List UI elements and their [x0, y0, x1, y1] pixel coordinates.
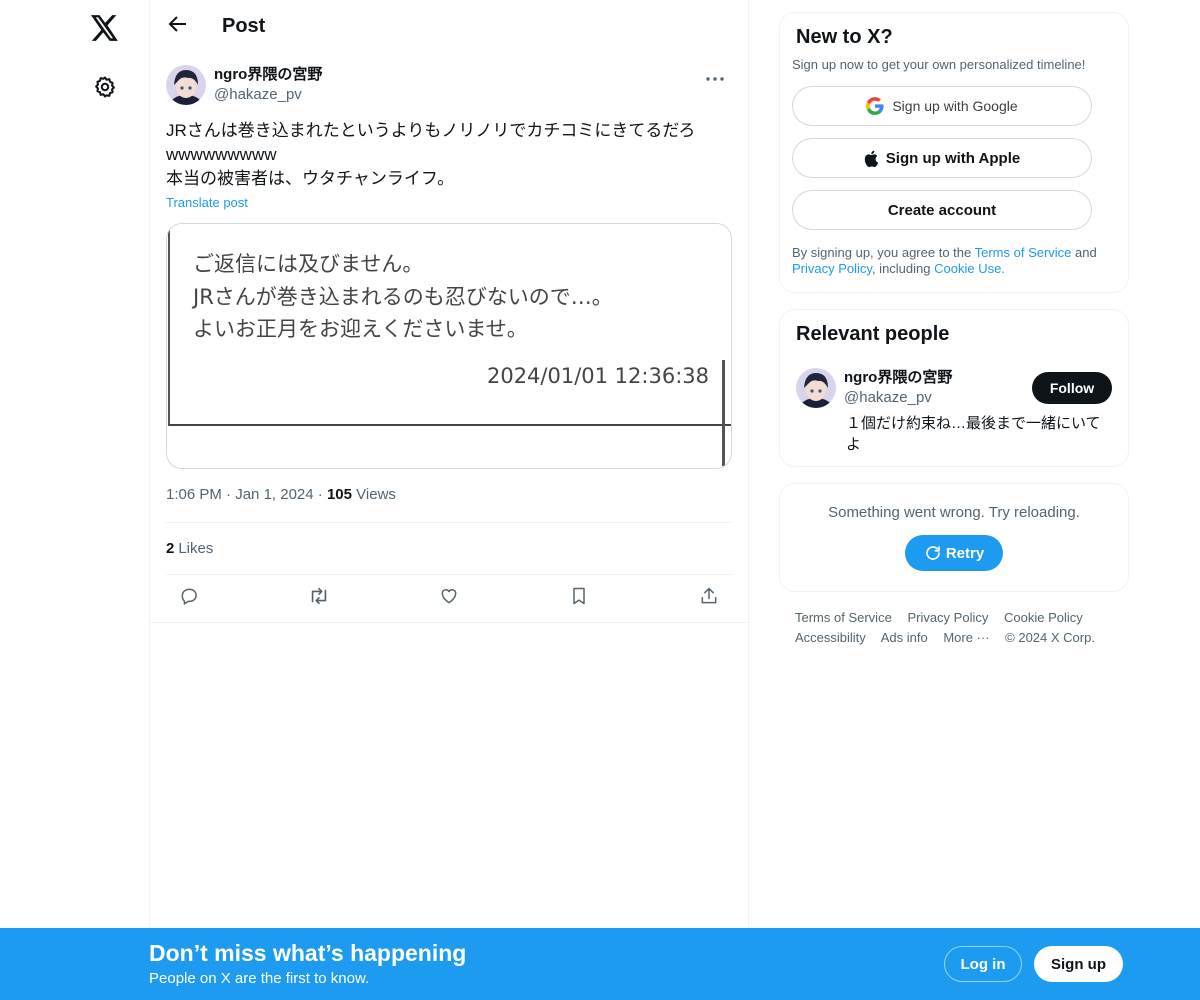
- gear-icon[interactable]: [83, 65, 127, 109]
- bottom-bar-subtitle: People on X are the first to know.: [149, 970, 370, 987]
- more-horizontal-icon: [706, 68, 724, 86]
- error-message: Something went wrong. Try reloading.: [828, 504, 1080, 521]
- views-label: Views: [356, 486, 396, 503]
- person-name[interactable]: ngro界隈の宮野: [844, 368, 952, 388]
- post-text: JRさんは巻き込まれたというよりもノリノリでカチコミにきてるだろ wwwwwww…: [166, 121, 696, 188]
- right-sidebar: New to X? Sign up now to get your own pe…: [779, 12, 1129, 648]
- footer-more-link[interactable]: More ···: [943, 630, 989, 645]
- image-text-line: よいお正月をお迎えくださいませ。: [193, 317, 528, 341]
- retry-button[interactable]: Retry: [905, 535, 1003, 571]
- error-card: Something went wrong. Try reloading. Ret…: [779, 483, 1129, 592]
- privacy-link[interactable]: Privacy Policy: [792, 261, 872, 276]
- author-handle[interactable]: @hakaze_pv: [214, 85, 322, 105]
- footer-copyright: © 2024 X Corp.: [1005, 630, 1095, 645]
- footer-ads-link[interactable]: Ads info: [881, 630, 928, 645]
- reply-button[interactable]: [170, 580, 208, 618]
- main-column: Post ngro界隈の宮野 @hakaze_pv JRさんは巻き込まれたという…: [149, 0, 749, 1000]
- image-timestamp: 2024/01/01 12:36:38: [486, 364, 709, 388]
- signup-subtitle: Sign up now to get your own personalized…: [792, 57, 1086, 72]
- image-content: ご返信には及びません。 JRさんが巻き込まれるのも忍びないので…。 よいお正月を…: [168, 224, 731, 426]
- likes-row[interactable]: 2 Likes: [166, 522, 732, 575]
- image-divider: [722, 360, 725, 466]
- person-row[interactable]: ngro界隈の宮野 @hakaze_pv Follow: [796, 368, 1112, 408]
- bookmark-icon: [569, 586, 589, 611]
- relevant-people-card: Relevant people ngro界隈の宮野 @hakaze_pv Fol…: [779, 309, 1129, 467]
- cookie-link[interactable]: Cookie Use.: [934, 261, 1005, 276]
- bottom-signup-bar: Don’t miss what’s happening People on X …: [0, 928, 1200, 1000]
- bottom-bar-title: Don’t miss what’s happening: [149, 940, 467, 966]
- reply-icon: [179, 586, 199, 611]
- divider: [150, 622, 748, 623]
- post-meta: 1:06 PM · Jan 1, 2024 · 105 Views: [166, 486, 396, 503]
- likes-count: 2: [166, 540, 175, 557]
- footer-terms-link[interactable]: Terms of Service: [795, 610, 892, 625]
- terms-link[interactable]: Terms of Service: [975, 245, 1072, 260]
- refresh-icon: [924, 544, 942, 562]
- signup-card: New to X? Sign up now to get your own pe…: [779, 12, 1129, 293]
- bookmark-button[interactable]: [560, 580, 598, 618]
- person-handle[interactable]: @hakaze_pv: [844, 388, 952, 408]
- signup-apple-label: Sign up with Apple: [885, 149, 1021, 167]
- back-button[interactable]: [150, 0, 206, 53]
- signup-button[interactable]: Sign up: [1034, 946, 1123, 982]
- person-bio: １個だけ約束ね…最後まで一緒にいてよ: [846, 415, 1101, 453]
- share-button[interactable]: [690, 580, 728, 618]
- post-actions: [166, 575, 732, 622]
- author-name[interactable]: ngro界隈の宮野: [214, 65, 322, 85]
- arrow-left-icon: [168, 14, 188, 39]
- apple-icon: [864, 150, 878, 167]
- google-icon: [866, 97, 884, 115]
- relevant-people-title: Relevant people: [796, 323, 950, 345]
- post-date[interactable]: Jan 1, 2024: [235, 486, 313, 503]
- page-title: Post: [222, 15, 266, 37]
- signup-google-button[interactable]: Sign up with Google: [792, 86, 1092, 126]
- avatar[interactable]: [166, 65, 206, 105]
- translate-post-link[interactable]: Translate post: [166, 195, 248, 210]
- follow-button[interactable]: Follow: [1032, 372, 1112, 404]
- post-header: Post: [150, 0, 748, 53]
- retry-label: Retry: [945, 544, 985, 562]
- heart-icon: [439, 586, 459, 611]
- x-logo-icon[interactable]: [83, 6, 127, 50]
- likes-label: Likes: [178, 540, 214, 557]
- share-icon: [699, 586, 719, 611]
- views-count: 105: [326, 486, 352, 503]
- left-nav: [0, 0, 150, 1000]
- image-text-line: ご返信には及びません。: [193, 252, 424, 276]
- like-button[interactable]: [430, 580, 468, 618]
- repost-icon: [308, 585, 330, 612]
- footer-privacy-link[interactable]: Privacy Policy: [907, 610, 988, 625]
- signup-legal-text: By signing up, you agree to the Terms of…: [792, 245, 1097, 276]
- post-image[interactable]: ご返信には及びません。 JRさんが巻き込まれるのも忍びないので…。 よいお正月を…: [166, 223, 732, 469]
- avatar[interactable]: [796, 368, 836, 408]
- footer-links: Terms of Service Privacy Policy Cookie P…: [779, 608, 1129, 648]
- footer-accessibility-link[interactable]: Accessibility: [795, 630, 866, 645]
- create-account-button[interactable]: Create account: [792, 190, 1092, 230]
- signup-title: New to X?: [796, 26, 893, 48]
- repost-button[interactable]: [300, 580, 338, 618]
- create-account-label: Create account: [887, 201, 997, 219]
- signup-apple-button[interactable]: Sign up with Apple: [792, 138, 1092, 178]
- login-button[interactable]: Log in: [944, 946, 1022, 982]
- post: ngro界隈の宮野 @hakaze_pv JRさんは巻き込まれたというよりもノリ…: [150, 53, 748, 623]
- post-author: ngro界隈の宮野 @hakaze_pv: [166, 65, 732, 105]
- image-text-line: JRさんが巻き込まれるのも忍びないので…。: [193, 285, 613, 309]
- more-button[interactable]: [698, 65, 732, 89]
- post-time[interactable]: 1:06 PM: [166, 486, 222, 503]
- footer-cookie-link[interactable]: Cookie Policy: [1004, 610, 1083, 625]
- signup-google-label: Sign up with Google: [892, 98, 1018, 114]
